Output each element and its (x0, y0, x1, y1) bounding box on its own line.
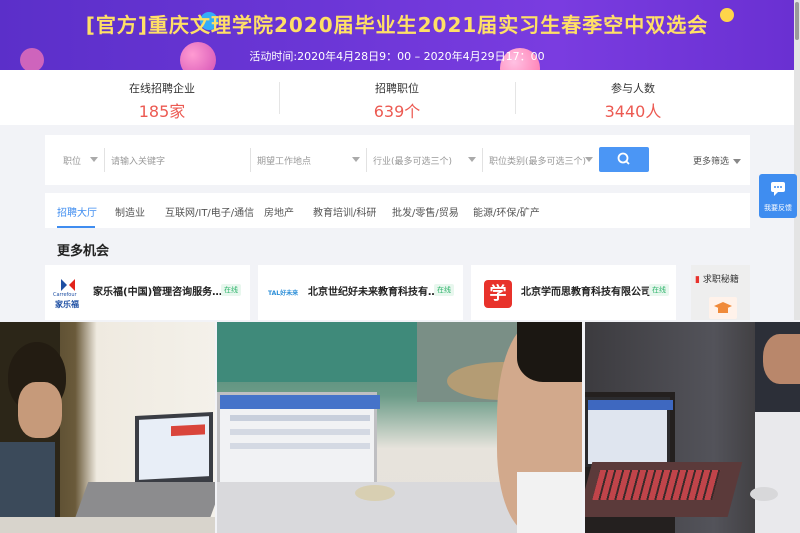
photo-mouse (750, 487, 778, 501)
scrollbar-thumb[interactable] (795, 2, 799, 40)
online-badge: 在线 (221, 284, 241, 296)
photo-face (18, 382, 62, 438)
graduation-cap-icon (709, 297, 737, 319)
photo-student-laptop-3 (585, 322, 800, 533)
photo-mouse (355, 485, 395, 501)
company-name: 北京世纪好未来教育科技有… (308, 287, 438, 298)
industry-select[interactable]: 行业(最多可选三个) (367, 148, 483, 172)
more-filter-button[interactable]: 更多筛选 (693, 154, 742, 167)
photo-hair (517, 322, 582, 382)
online-badge: 在线 (434, 284, 454, 296)
stat-value: 3440人 (604, 102, 662, 121)
tal-logo: TAL好未来 (268, 283, 308, 315)
online-badge: 在线 (649, 284, 669, 296)
stat-value: 185家 (138, 102, 186, 121)
job-tips-label: ▮ 求职秘籍 (695, 272, 739, 285)
logo-text: 学 (489, 284, 507, 304)
position-select[interactable]: 职位 (57, 148, 105, 172)
feedback-button[interactable]: 我要反馈 (759, 174, 797, 218)
chevron-down-icon (352, 157, 360, 162)
active-tab-indicator (57, 226, 95, 228)
photo-laptop-screen (135, 411, 213, 487)
banner-title: [官方]重庆文理学院2020届毕业生2021届实习生春季空中双选会 (85, 13, 709, 37)
location-select-label: 期望工作地点 (257, 157, 312, 167)
photo-face (763, 334, 800, 384)
carrefour-logo: Carrefour 家乐福 (53, 277, 87, 309)
industry-select-label: 行业(最多可选三个) (373, 157, 453, 167)
chat-icon (771, 182, 785, 196)
logo-text: TAL好未来 (268, 290, 299, 297)
search-icon (617, 152, 630, 165)
company-name: 北京学而思教育科技有限公司 (521, 287, 651, 298)
company-card[interactable]: 学 北京学而思教育科技有限公司 在线 (471, 265, 676, 320)
search-button[interactable] (599, 147, 649, 172)
keyword-placeholder: 请输入关键字 (111, 157, 166, 167)
photo-shirt (517, 472, 582, 533)
photo-desk (0, 517, 215, 533)
stat-positions: 招聘职位 639个 (280, 70, 514, 125)
tab-internet-it[interactable]: 互联网/IT/电子/通信 (165, 204, 254, 219)
location-select[interactable]: 期望工作地点 (251, 148, 367, 172)
photo-laptop-screen (585, 397, 673, 467)
photo-student-laptop-1 (0, 322, 215, 533)
photo-keyboard (585, 462, 743, 517)
stats-bar: 在线招聘企业 185家 招聘职位 639个 参与人数 3440人 (0, 70, 794, 125)
feedback-label: 我要反馈 (764, 204, 792, 212)
keyword-input[interactable]: 请输入关键字 (105, 148, 251, 172)
chevron-down-icon (585, 157, 593, 162)
tab-energy[interactable]: 能源/环保/矿产 (473, 204, 540, 219)
section-title: 更多机会 (57, 244, 110, 259)
chevron-down-icon (90, 157, 98, 162)
category-select[interactable]: 职位类别(最多可选三个) (483, 148, 599, 172)
stat-value: 639个 (373, 102, 421, 121)
chevron-down-icon (733, 159, 742, 164)
tab-education[interactable]: 教育培训/科研 (313, 204, 376, 219)
stat-label: 参与人数 (611, 82, 655, 95)
company-card[interactable]: TAL好未来 北京世纪好未来教育科技有… 在线 (258, 265, 463, 320)
stat-companies: 在线招聘企业 185家 (45, 70, 279, 125)
job-tips-text: 求职秘籍 (702, 275, 739, 285)
stat-label: 在线招聘企业 (129, 82, 195, 95)
search-panel: 职位 请输入关键字 期望工作地点 行业(最多可选三个) 职位类别(最多可选三个)… (45, 135, 750, 185)
chevron-down-icon (468, 157, 476, 162)
job-tips-panel[interactable]: ▮ 求职秘籍 (691, 265, 750, 320)
stat-label: 招聘职位 (375, 82, 419, 95)
tab-recruit-hall[interactable]: 招聘大厅 (57, 204, 97, 219)
photo-student-laptop-2 (217, 322, 582, 533)
page-scrollbar[interactable] (794, 0, 800, 320)
tab-real-estate[interactable]: 房地产 (264, 204, 294, 219)
position-select-label: 职位 (63, 157, 82, 167)
event-banner: [官方]重庆文理学院2020届毕业生2021届实习生春季空中双选会 活动时间:2… (0, 0, 794, 70)
more-filter-label: 更多筛选 (693, 157, 730, 167)
industry-tabs: 招聘大厅 制造业 互联网/IT/电子/通信 房地产 教育培训/科研 批发/零售/… (45, 193, 750, 228)
logo-text: Carrefour (53, 292, 77, 298)
stat-participants: 参与人数 3440人 (516, 70, 750, 125)
logo-sub: 家乐福 (55, 300, 79, 309)
tab-retail-trade[interactable]: 批发/零售/贸易 (392, 204, 459, 219)
company-card[interactable]: Carrefour 家乐福 家乐福(中国)管理咨询服务… 在线 (45, 265, 250, 320)
tab-manufacturing[interactable]: 制造业 (115, 204, 145, 219)
photo-shirt (755, 412, 800, 533)
company-name: 家乐福(中国)管理咨询服务… (93, 287, 223, 298)
xueersi-logo: 学 (484, 280, 512, 308)
bookmark-icon: ▮ (695, 275, 700, 285)
banner-subtitle: 活动时间:2020年4月28日9：00 – 2020年4月29日17：00 (249, 50, 545, 63)
category-select-label: 职位类别(最多可选三个) (489, 157, 587, 167)
